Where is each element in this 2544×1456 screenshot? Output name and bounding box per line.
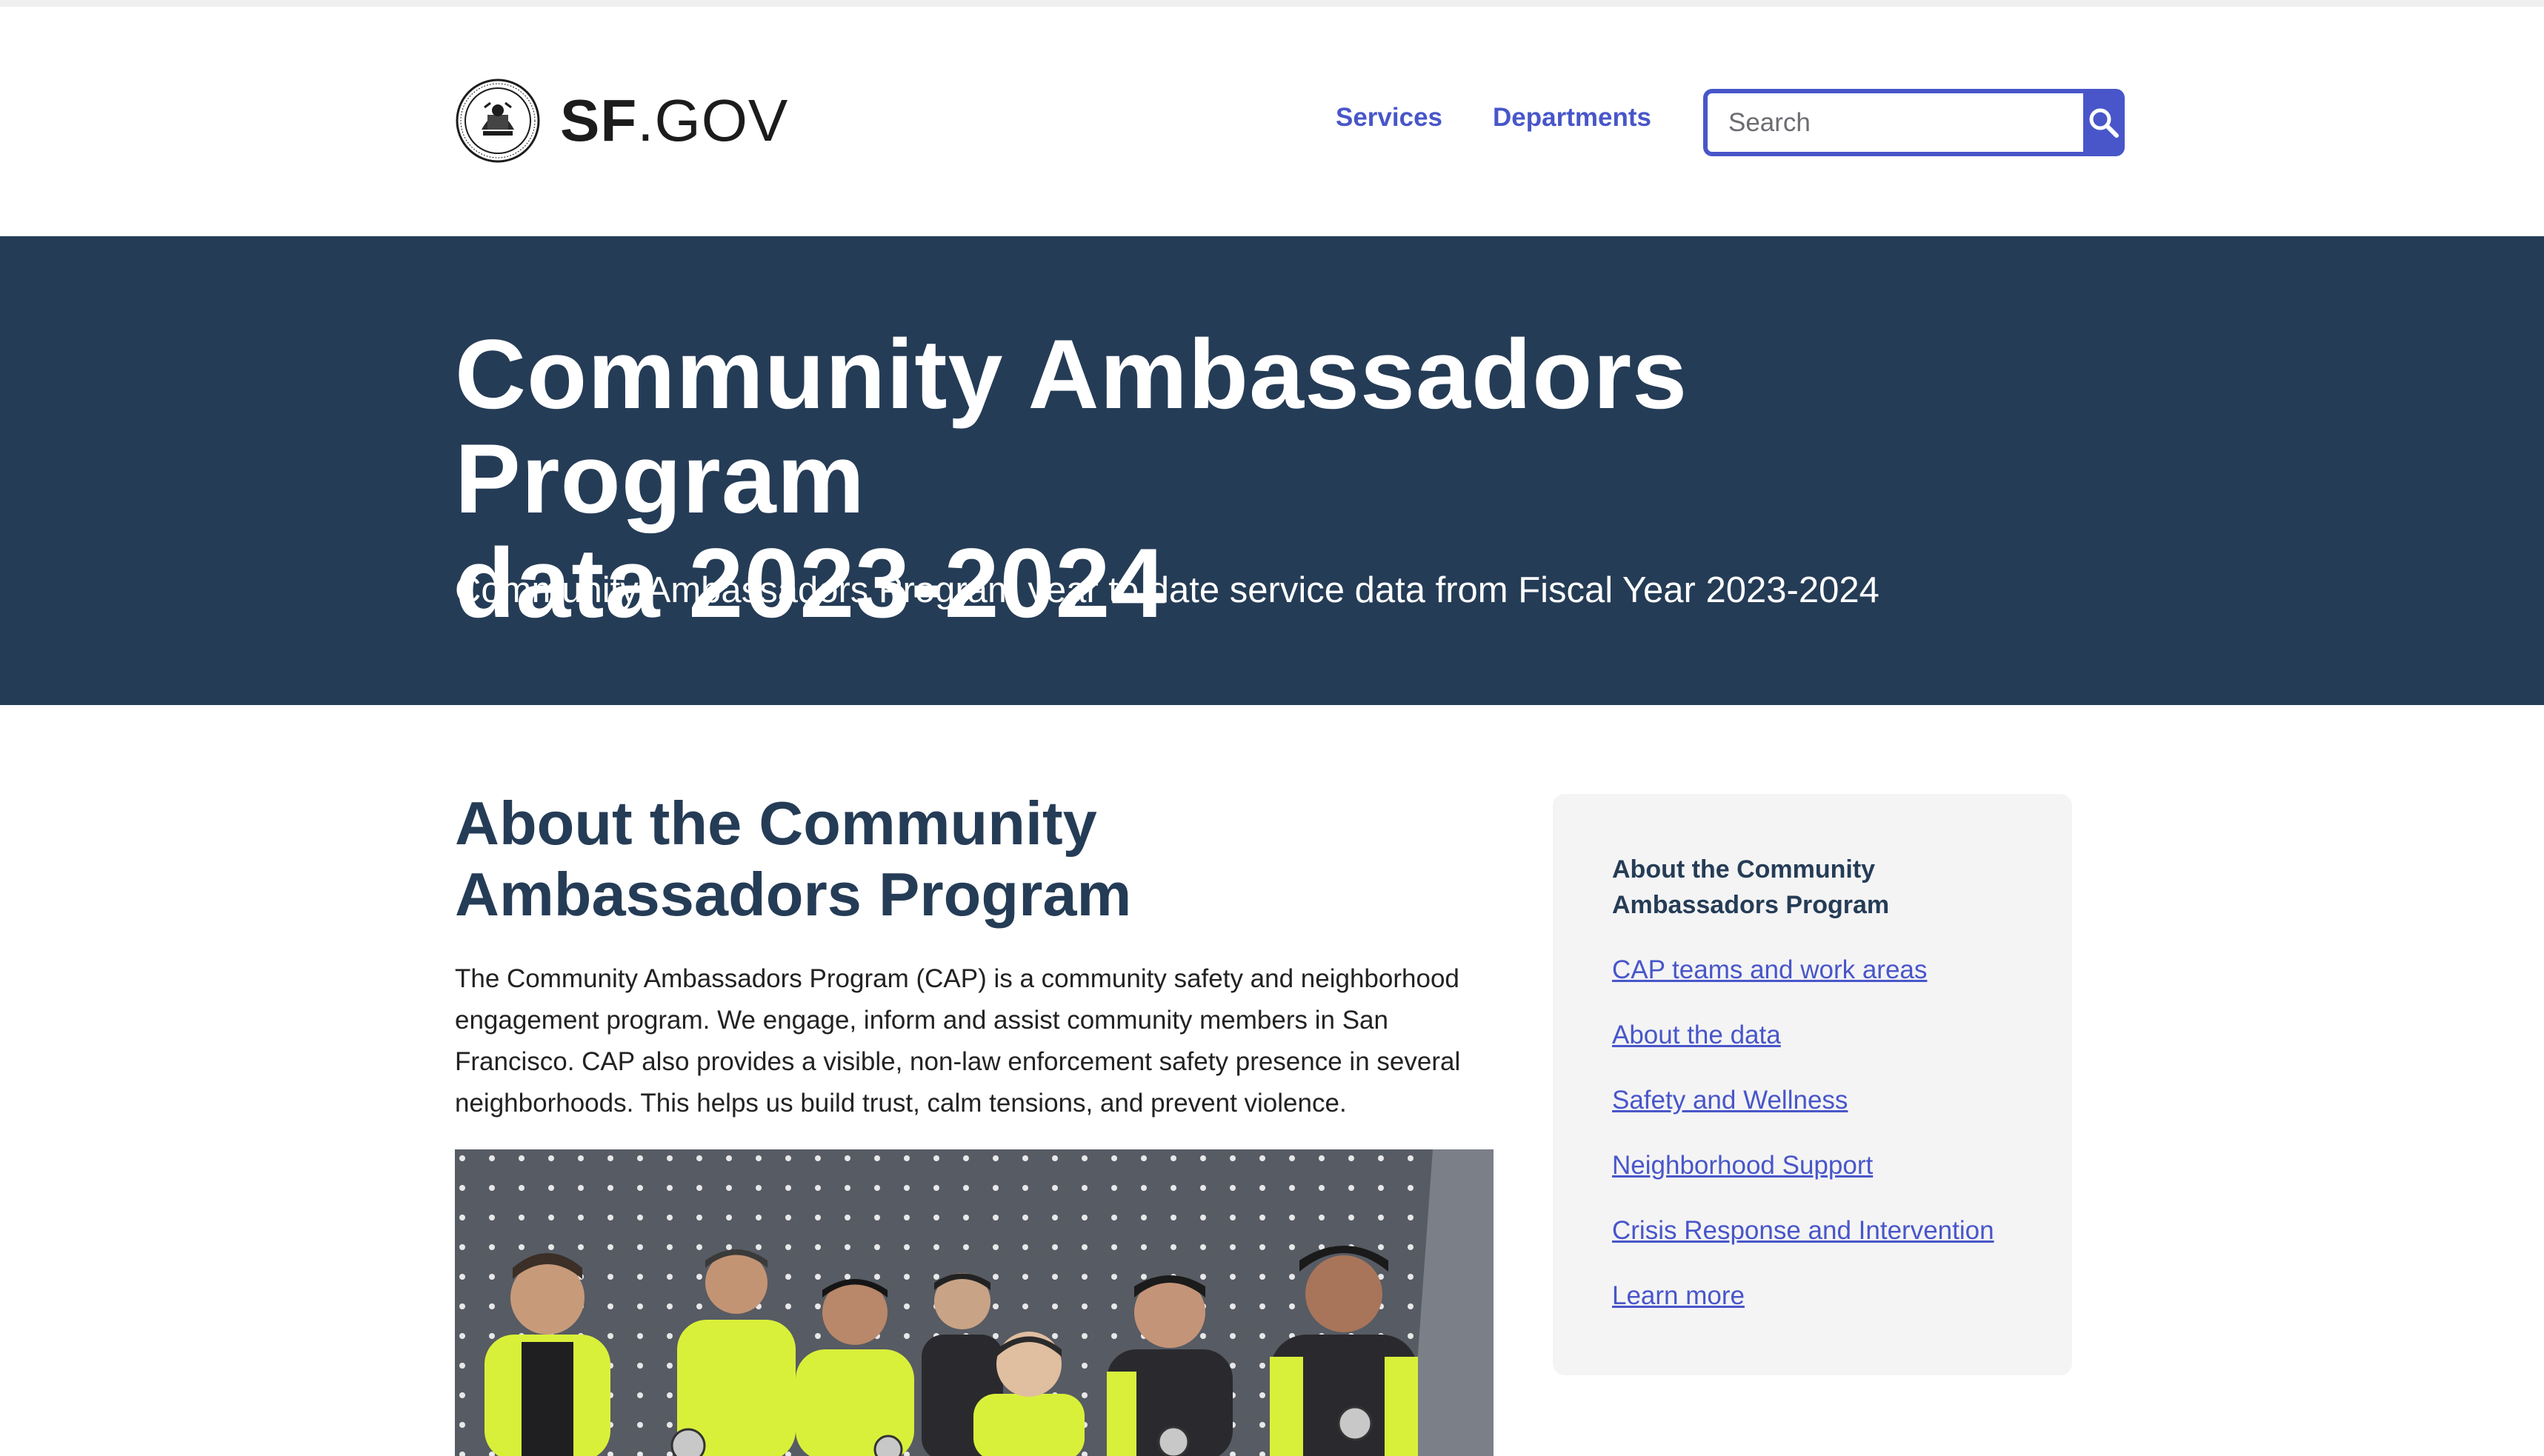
search-form — [1703, 89, 2125, 156]
nav-departments-link[interactable]: Departments — [1493, 103, 1651, 133]
page-subtitle: Community Ambassadors Program year to da… — [455, 570, 1879, 610]
sidebar-link-about-data[interactable]: About the data — [1612, 1018, 2013, 1053]
site-wordmark: SF.GOV — [560, 87, 789, 153]
sidebar-link-crisis-response[interactable]: Crisis Response and Intervention — [1612, 1213, 2013, 1249]
intro-paragraph: The Community Ambassadors Program (CAP) … — [455, 964, 1461, 1118]
page-sidebar-nav: About the Community Ambassadors Program C… — [1553, 794, 2072, 1375]
page-hero: Community Ambassadors Program data 2023-2… — [0, 236, 2544, 705]
section-heading: About the Community Ambassadors Program — [455, 789, 1132, 929]
sidebar-link-cap-teams[interactable]: CAP teams and work areas — [1612, 952, 2013, 988]
search-icon — [2089, 108, 2119, 138]
main-nav: Services Departments — [1336, 103, 1651, 133]
sidebar-link-safety-wellness[interactable]: Safety and Wellness — [1612, 1083, 2013, 1118]
home-logo-link[interactable]: SF.GOV — [455, 78, 788, 164]
city-seal-icon — [456, 79, 540, 163]
sidebar-current-item: About the Community Ambassadors Program — [1612, 855, 1890, 919]
team-photo-illustration — [455, 1149, 1494, 1456]
team-photo — [455, 1149, 1494, 1456]
site-header: SF.GOV Services Departments — [0, 7, 2544, 236]
sidebar-link-neighborhood-support[interactable]: Neighborhood Support — [1612, 1148, 2013, 1183]
search-button[interactable] — [2083, 89, 2125, 156]
search-input[interactable] — [1703, 89, 2083, 156]
browser-top-strip — [0, 0, 2544, 7]
sidebar-link-learn-more[interactable]: Learn more — [1612, 1278, 2013, 1314]
nav-services-link[interactable]: Services — [1336, 103, 1442, 133]
